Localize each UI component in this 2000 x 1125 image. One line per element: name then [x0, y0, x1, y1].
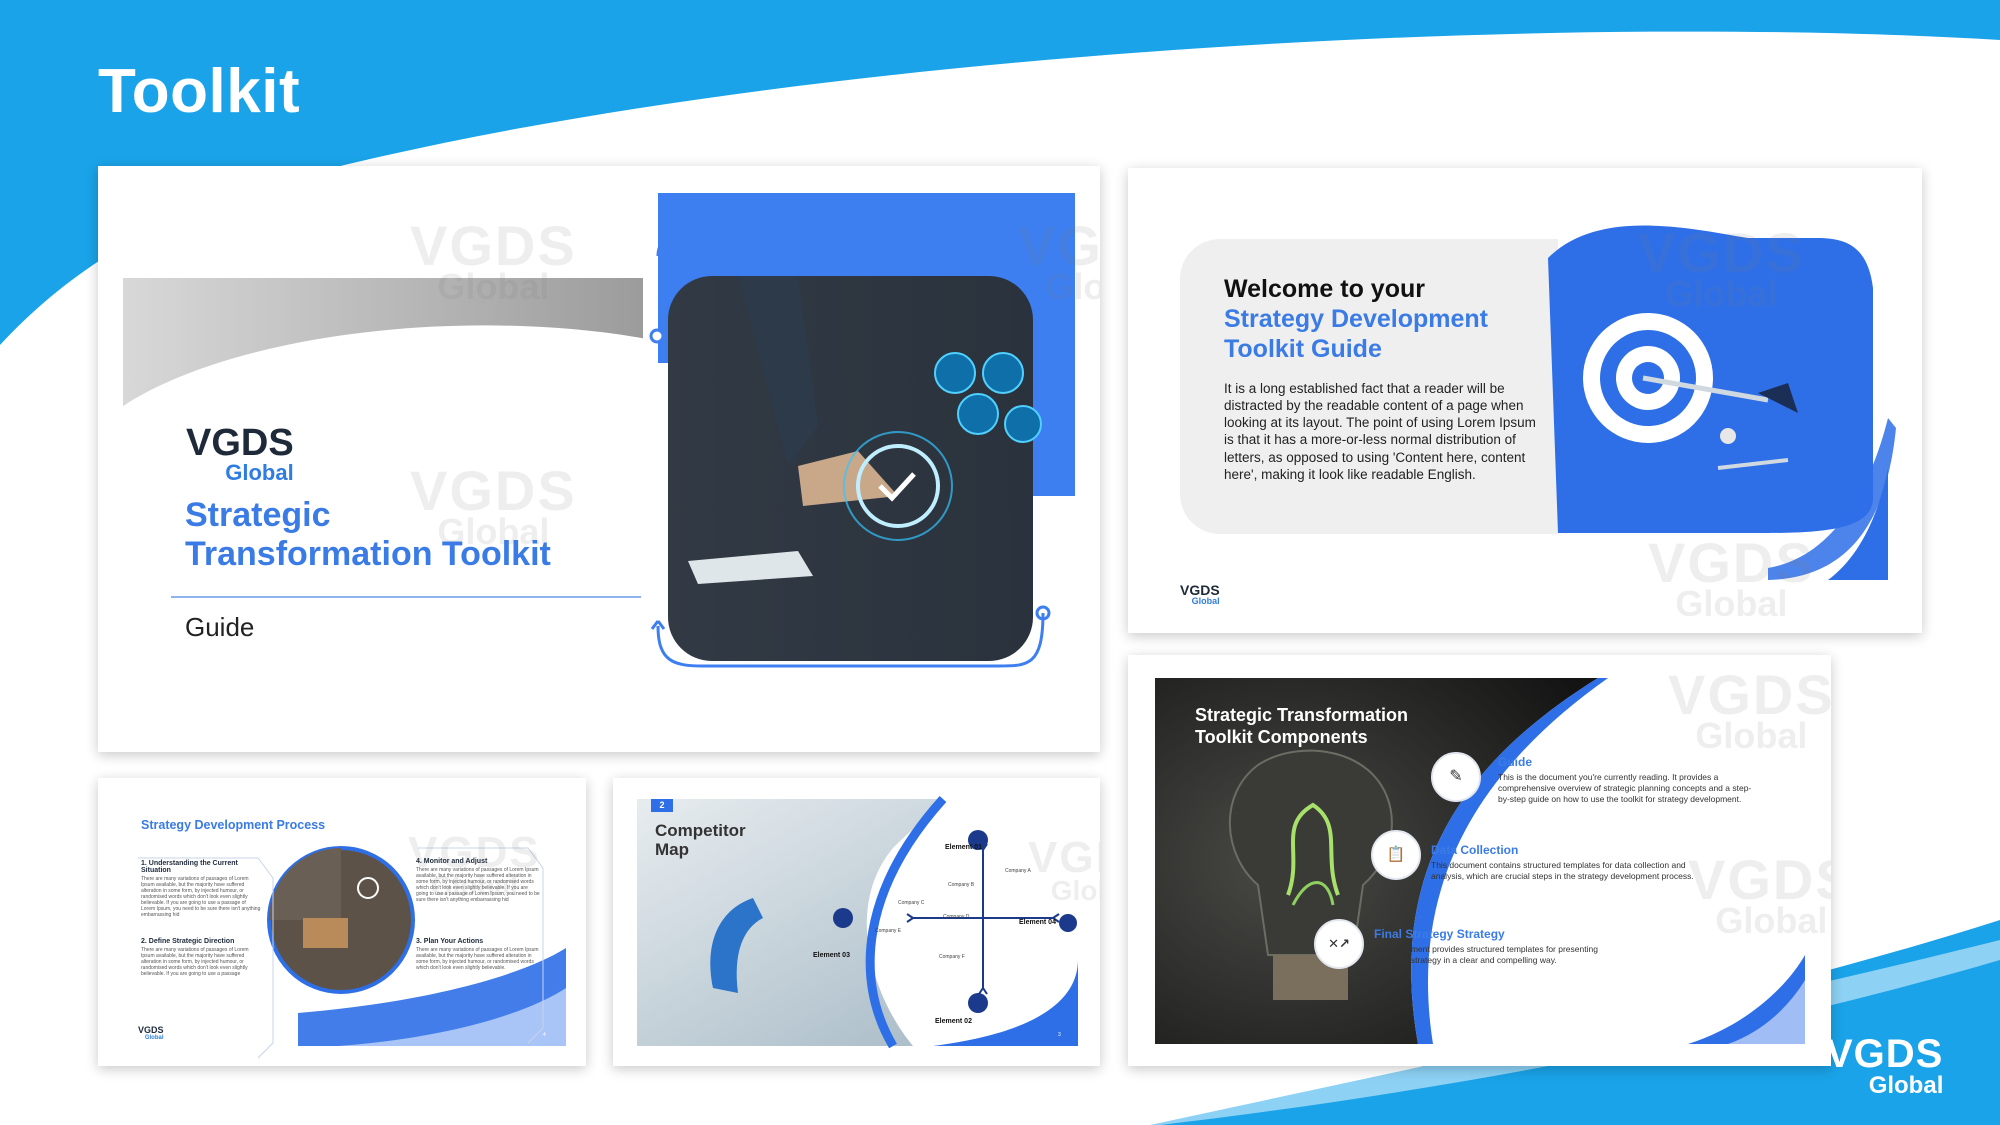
slide2-body: It is a long established fact that a rea… — [1224, 381, 1536, 482]
edit-icon: ✎ — [1449, 768, 1463, 785]
slide3-title: Strategy Development Process — [141, 818, 326, 832]
slide3-step: 1. Understanding the Current Situation T… — [141, 860, 261, 918]
company-label: Company E — [875, 928, 902, 934]
slide4-badge: 2 — [659, 800, 665, 810]
clipboard-icon: 📋 — [1386, 846, 1406, 863]
slide4-page-number: 3 — [1058, 1032, 1061, 1038]
company-label: Company C — [898, 900, 925, 906]
vgds-global-logo: VGDS Global — [1826, 1032, 1944, 1099]
vgds-logo-small: VGDS Global — [138, 1025, 164, 1042]
slide-thumbnail-process[interactable]: VGDS Global Strategy Development Process … — [98, 778, 586, 1066]
slide3-step: 2. Define Strategic Direction There are … — [141, 938, 249, 977]
vgds-logo: VGDS Global — [186, 422, 294, 485]
slide3-step: 3. Plan Your Actions There are many vari… — [416, 938, 539, 971]
slide4-title: Competitor Map — [655, 821, 746, 859]
company-label: Company F — [939, 954, 965, 960]
element-label: Element 04 — [1019, 919, 1056, 926]
component-item: Final Strategy Strategy This document pr… — [1374, 927, 1598, 966]
company-label: Company D — [943, 914, 970, 920]
slide1-subtitle: Guide — [185, 612, 255, 642]
slide2-page-number: 2 — [1868, 588, 1873, 597]
slide3-step: 4. Monitor and Adjust There are many var… — [416, 858, 540, 903]
slide5-title: Strategic Transformation Toolkit Compone… — [1195, 705, 1409, 747]
company-label: Company B — [948, 882, 975, 888]
slide-thumbnail-welcome[interactable]: VGDSGlobal VGDSGlobal Welcome to your St… — [1128, 168, 1922, 633]
element-label: Element 02 — [935, 1018, 972, 1025]
company-label: Company A — [1005, 868, 1031, 874]
strategy-icon: ✕↗ — [1328, 936, 1350, 951]
slide-thumbnail-competitor-map[interactable]: VGDSGlobal 2 Competitor Map Element 01 E… — [613, 778, 1100, 1066]
slide2-heading: Welcome to your Strategy Development Too… — [1224, 275, 1488, 363]
component-item: Guide This is the document you're curren… — [1498, 755, 1752, 805]
element-label: Element 01 — [945, 844, 982, 851]
slide3-page-number: 4 — [543, 1032, 546, 1038]
page-title: Toolkit — [98, 57, 301, 126]
element-label: Element 03 — [813, 952, 850, 959]
component-item: Data Collection This document contains s… — [1431, 843, 1694, 882]
slide1-title: Strategic Transformation Toolkit — [185, 496, 551, 574]
vgds-logo-small: VGDS Global — [1180, 582, 1220, 606]
slide-thumbnail-title[interactable]: VGDSGlobal VGDSGlobal VGDSGlobal VGDS Gl… — [98, 166, 1100, 752]
slide-thumbnail-components[interactable]: VGDSGlobal VGDSGlobal Strategic Transfor… — [1128, 655, 1831, 1066]
